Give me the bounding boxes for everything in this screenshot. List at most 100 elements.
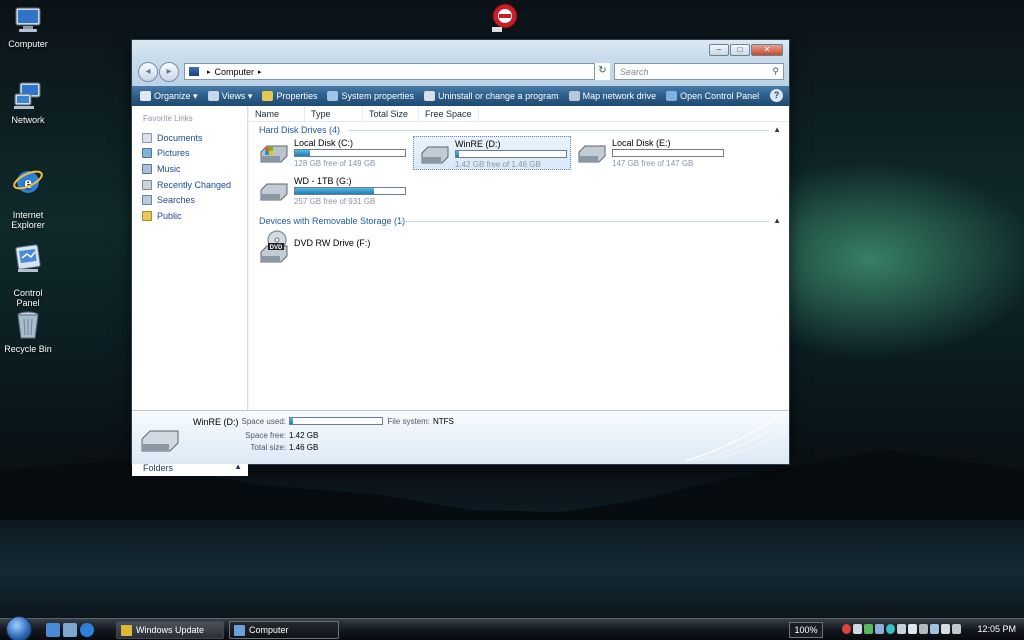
taskbar-button-windows-update[interactable]: Windows Update (116, 621, 224, 639)
taskbar-button-computer[interactable]: Computer (229, 621, 339, 639)
maximize-button[interactable]: □ (730, 44, 750, 56)
total-size-label: Total size: (250, 443, 286, 452)
search-icon[interactable]: ⚲ (772, 66, 779, 77)
sidebar-item-documents[interactable]: Documents (142, 130, 231, 146)
taskbar: Windows Update Computer 100% 12:05 PM (0, 616, 1024, 640)
sidebar-item-searches[interactable]: Searches (142, 192, 231, 208)
drive-usage-fill (295, 150, 311, 156)
open-control-panel-button[interactable]: Open Control Panel (666, 91, 759, 101)
close-button[interactable]: ✕ (751, 44, 783, 56)
tray-app-icon[interactable] (919, 624, 928, 634)
desktop-icon-network[interactable]: Network (0, 80, 56, 125)
sidebar-item-public[interactable]: Public (142, 208, 231, 224)
show-desktop-icon[interactable] (46, 623, 60, 637)
group-divider (349, 130, 769, 131)
drive-item[interactable]: Local Disk (E:) 147 GB free of 147 GB (571, 136, 729, 170)
chevron-up-icon[interactable]: ▲ (773, 216, 781, 225)
column-header-total-size[interactable]: Total Size (363, 106, 419, 122)
chevron-up-icon[interactable]: ▲ (773, 125, 781, 134)
network-status-icon[interactable] (930, 624, 939, 634)
tray-app-icon[interactable] (908, 624, 917, 634)
system-tray (842, 624, 963, 634)
windows-update-icon (121, 624, 132, 636)
drive-icon (260, 183, 288, 201)
sidebar-item-music[interactable]: Music (142, 161, 231, 177)
tray-app-icon[interactable] (952, 624, 961, 634)
breadcrumb-computer[interactable]: Computer (215, 67, 255, 77)
address-bar[interactable]: ▸ Computer ▸ ▾ (184, 63, 610, 80)
explorer-window: – □ ✕ ◂ ▸ ▸ Computer ▸ ▾ ↻ Search ⚲ Orga… (131, 39, 790, 476)
window-titlebar[interactable]: – □ ✕ ◂ ▸ ▸ Computer ▸ ▾ ↻ Search ⚲ (132, 40, 789, 90)
desktop-icon-recycle-bin[interactable]: Recycle Bin (0, 309, 56, 354)
organize-icon (140, 91, 151, 101)
desktop-icon-control-panel[interactable]: Control Panel (0, 233, 56, 318)
desktop-icon-label: Network (11, 115, 45, 125)
decorative-swoosh (685, 416, 779, 462)
system-properties-icon (327, 91, 339, 101)
start-button[interactable] (6, 616, 32, 640)
gadget-icon[interactable] (490, 2, 520, 32)
organize-button[interactable]: Organize ▾ (140, 91, 198, 102)
tray-app-icon[interactable] (875, 624, 884, 634)
navigation-buttons: ◂ ▸ (138, 62, 180, 82)
refresh-button[interactable]: ↻ (594, 63, 610, 80)
drive-icon (141, 430, 179, 452)
map-network-drive-label: Map network drive (582, 91, 657, 101)
column-header-free-space[interactable]: Free Space (419, 106, 479, 122)
help-icon[interactable]: ? (770, 89, 783, 102)
sidebar-item-pictures[interactable]: Pictures (142, 146, 231, 162)
forward-button[interactable]: ▸ (159, 62, 179, 82)
dvd-drive-item[interactable]: DVD DVD RW Drive (F:) (253, 230, 411, 264)
favorite-links-list: Documents Pictures Music Recently Change… (142, 130, 231, 224)
back-button[interactable]: ◂ (138, 62, 158, 82)
tray-app-icon[interactable] (864, 624, 873, 634)
computer-icon (189, 67, 199, 76)
volume-icon[interactable] (941, 624, 950, 634)
system-properties-label: System properties (341, 91, 415, 101)
desktop-icon-computer[interactable]: Computer (0, 4, 56, 49)
minimize-button[interactable]: – (709, 44, 729, 56)
group-header-removable[interactable]: Devices with Removable Storage (1) (259, 216, 405, 226)
security-alert-icon[interactable] (842, 624, 851, 634)
details-usage-fill (290, 418, 293, 424)
drive-name: WD - 1TB (G:) (294, 176, 352, 186)
column-header-type[interactable]: Type (305, 106, 363, 122)
sidebar-item-recently-changed[interactable]: Recently Changed (142, 177, 231, 193)
drive-item[interactable]: WD - 1TB (G:) 257 GB free of 931 GB (253, 174, 411, 208)
filesystem-value: NTFS (433, 417, 454, 426)
uninstall-button[interactable]: Uninstall or change a program (424, 91, 559, 101)
drive-usage-fill (295, 188, 375, 194)
column-header-name[interactable]: Name (249, 106, 305, 122)
pictures-icon (142, 148, 152, 159)
desktop-icon-internet-explorer[interactable]: e Internet Explorer (0, 155, 56, 240)
back-arrow-icon: ◂ (145, 66, 151, 77)
tray-app-icon[interactable] (897, 624, 906, 634)
properties-button[interactable]: Properties (262, 91, 317, 101)
drive-item-selected[interactable]: WinRE (D:) 1.42 GB free of 1.46 GB (413, 136, 571, 170)
drive-free-space: 128 GB free of 149 GB (294, 159, 376, 168)
clock[interactable]: 12:05 PM (977, 624, 1016, 634)
drive-item[interactable]: Local Disk (C:) 128 GB free of 149 GB (253, 136, 411, 170)
dvd-drive-icon: DVD (260, 230, 288, 263)
map-network-drive-button[interactable]: Map network drive (568, 91, 657, 101)
system-properties-button[interactable]: System properties (327, 91, 414, 101)
breadcrumb-arrow-icon[interactable]: ▸ (258, 68, 262, 76)
zoom-level[interactable]: 100% (789, 622, 823, 638)
drive-free-space: 147 GB free of 147 GB (612, 159, 694, 168)
internet-explorer-icon: e (13, 170, 43, 193)
search-input[interactable]: Search ⚲ (614, 63, 784, 80)
chevron-down-icon: ▾ (245, 90, 253, 101)
folder-icon (142, 210, 152, 221)
desktop-icon-label: Internet Explorer (11, 210, 45, 230)
tray-app-icon[interactable] (853, 624, 862, 634)
internet-explorer-icon[interactable] (80, 623, 94, 637)
refresh-icon: ↻ (598, 65, 607, 76)
drive-usage-bar (612, 149, 724, 157)
uninstall-icon (424, 91, 436, 101)
views-button[interactable]: Views ▾ (207, 90, 253, 102)
switch-windows-icon[interactable] (63, 623, 77, 637)
group-header-hard-disks[interactable]: Hard Disk Drives (4) (259, 125, 340, 135)
drive-usage-bar (294, 149, 406, 157)
desktop-icon-label: Computer (8, 39, 48, 49)
tray-app-icon[interactable] (886, 624, 895, 634)
